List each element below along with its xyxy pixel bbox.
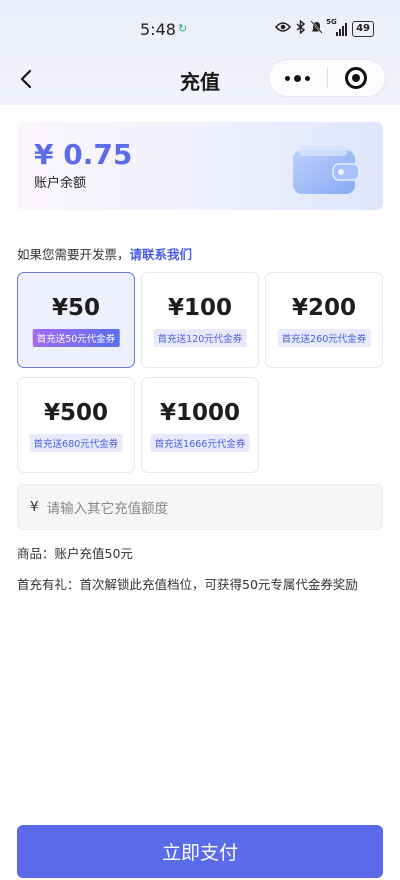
custom-amount-placeholder: 请输入其它充值额度 (46, 501, 169, 517)
battery-indicator: 49 (352, 20, 374, 37)
contact-us-link[interactable]: 请联系我们 (130, 247, 193, 262)
bluetooth-icon (296, 19, 306, 37)
plan-option-1000[interactable]: ¥1000 首充送1666元代金券 (141, 377, 259, 473)
signal-icon: 5G (326, 18, 348, 36)
target-icon (345, 67, 368, 89)
balance-amount: ¥ 0.75 (34, 138, 133, 171)
balance-label: 账户余额 (34, 176, 87, 191)
first-recharge-gift-info: 首充有礼：首次解锁此充值档位，可获得50元专属代金券奖励 (17, 577, 358, 592)
plan-bonus-badge: 首充送260元代金券 (277, 329, 371, 347)
invoice-text: 如果您需要开发票， (17, 247, 130, 262)
plan-option-200[interactable]: ¥200 首充送260元代金券 (265, 272, 383, 368)
status-time: 5:48 (140, 20, 176, 39)
more-dot-icon (285, 75, 291, 81)
more-dot-icon (305, 75, 311, 81)
close-mini-program-button[interactable] (327, 59, 385, 97)
plan-bonus-badge: 首充送680元代金券 (29, 434, 123, 452)
sync-icon: ↻ (178, 22, 188, 35)
wallet-icon (293, 146, 360, 194)
plan-price: ¥50 (51, 295, 100, 321)
mute-bell-icon (310, 20, 323, 37)
eye-icon (275, 21, 292, 36)
more-options-button[interactable] (269, 59, 327, 97)
plan-price: ¥1000 (159, 400, 241, 426)
nav-bar: 充值 (0, 55, 400, 103)
plan-bonus-badge: 首充送1666元代金券 (150, 434, 250, 452)
more-dot-icon (294, 74, 302, 82)
balance-card: ¥ 0.75 账户余额 (17, 122, 383, 210)
plan-price: ¥200 (291, 295, 356, 321)
plan-bonus-badge: 首充送50元代金券 (32, 329, 120, 347)
product-info: 商品：账户充值50元 (17, 546, 133, 561)
pay-now-button[interactable]: 立即支付 (17, 825, 383, 878)
status-icons: 5G 49 (275, 18, 374, 37)
invoice-hint: 如果您需要开发票，请联系我们 (17, 244, 192, 263)
plan-bonus-badge: 首充送120元代金券 (153, 329, 247, 347)
plan-price: ¥500 (43, 400, 108, 426)
plan-option-50[interactable]: ¥50 首充送50元代金券 (17, 272, 135, 368)
status-bar: 5:48 ↻ 5G 49 (0, 0, 400, 55)
plan-price: ¥100 (167, 295, 232, 321)
plan-option-100[interactable]: ¥100 首充送120元代金券 (141, 272, 259, 368)
currency-symbol: ¥ (30, 499, 39, 515)
network-type: 5G (326, 17, 337, 26)
mini-program-capsule (268, 59, 386, 97)
plan-option-500[interactable]: ¥500 首充送680元代金券 (17, 377, 135, 473)
custom-amount-input[interactable]: ¥ 请输入其它充值额度 (17, 484, 383, 530)
